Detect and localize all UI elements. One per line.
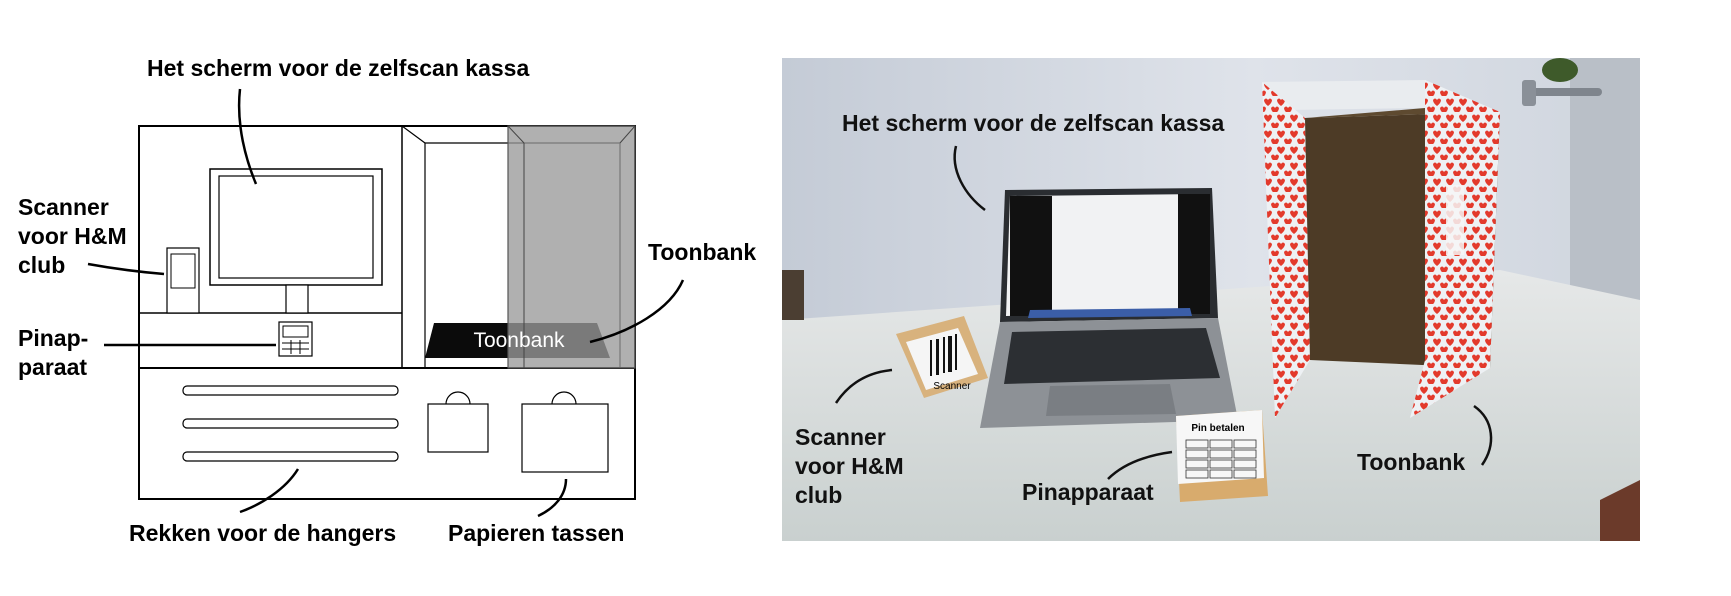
label-scanner-line2: voor H&M	[18, 223, 127, 249]
scanner-sketch	[166, 247, 200, 314]
photo-pin-block: Pin betalen	[1176, 410, 1268, 502]
label-bags: Papieren tassen	[448, 520, 624, 546]
label-pin-line1: Pinap-	[18, 325, 88, 351]
kiosk-sketch: Toonbank Het scherm voor de zelfscan kas…	[18, 55, 756, 546]
label-scanner-line1: Scanner	[18, 194, 109, 220]
prototype-photo: Scanner Pin betalen Het scherm voor de z…	[782, 58, 1640, 541]
photo-label-counter: Toonbank	[1357, 449, 1465, 475]
photo-label-scanner-line3: club	[795, 482, 842, 508]
photo-laptop	[980, 188, 1238, 428]
counter-inner-label: Toonbank	[473, 329, 565, 352]
pin-card-text: Pin betalen	[1191, 423, 1244, 434]
label-scanner-line3: club	[18, 252, 65, 278]
photo-label-scanner-line1: Scanner	[795, 424, 886, 450]
photo-label-pin: Pinapparaat	[1022, 479, 1154, 505]
label-pin-line2: paraat	[18, 354, 87, 380]
label-racks: Rekken voor de hangers	[129, 520, 396, 546]
label-counter: Toonbank	[648, 239, 756, 265]
scanner-card-text: Scanner	[933, 381, 971, 392]
label-screen: Het scherm voor de zelfscan kassa	[147, 55, 529, 81]
door-handle	[1528, 88, 1602, 96]
figure: Toonbank Het scherm voor de zelfscan kas…	[18, 55, 1640, 546]
photo-label-screen: Het scherm voor de zelfscan kassa	[842, 110, 1224, 136]
pin-terminal-sketch	[278, 321, 313, 357]
photo-label-scanner-line2: voor H&M	[795, 453, 904, 479]
